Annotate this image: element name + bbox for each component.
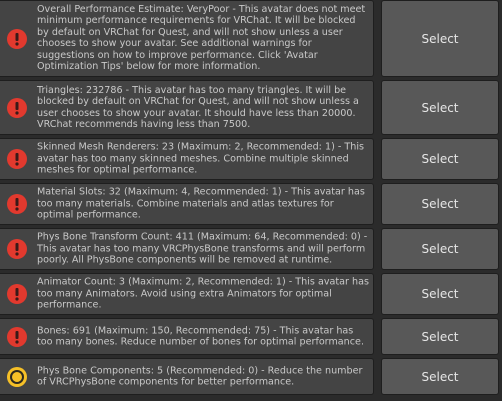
error-icon [6, 28, 28, 50]
warning-message: Phys Bone Transform Count: 411 (Maximum:… [0, 228, 374, 270]
error-icon [6, 283, 28, 305]
performance-warnings-list: Overall Performance Estimate: VeryPoor -… [0, 0, 502, 401]
warning-message: Bones: 691 (Maximum: 150, Recommended: 7… [0, 318, 374, 355]
error-icon [6, 193, 28, 215]
warning-row: Phys Bone Components: 5 (Recommended: 0)… [0, 358, 502, 395]
select-button[interactable]: Select [381, 318, 499, 355]
warning-text: Animator Count: 3 (Maximum: 2, Recommend… [37, 276, 369, 311]
warning-icon [6, 366, 28, 388]
warning-message: Animator Count: 3 (Maximum: 2, Recommend… [0, 273, 374, 315]
select-button[interactable]: Select [381, 80, 499, 135]
warning-row: Triangles: 232786 - This avatar has too … [0, 80, 502, 135]
warning-message: Overall Performance Estimate: VeryPoor -… [0, 0, 374, 77]
warning-row: Overall Performance Estimate: VeryPoor -… [0, 0, 502, 77]
warning-message: Material Slots: 32 (Maximum: 4, Recommen… [0, 183, 374, 225]
select-button[interactable]: Select [381, 273, 499, 315]
warning-row: Phys Bone Transform Count: 411 (Maximum:… [0, 228, 502, 270]
warning-row: Material Slots: 32 (Maximum: 4, Recommen… [0, 183, 502, 225]
warning-row: Animator Count: 3 (Maximum: 2, Recommend… [0, 273, 502, 315]
error-icon [6, 148, 28, 170]
select-button[interactable]: Select [381, 228, 499, 270]
warning-text: Bones: 691 (Maximum: 150, Recommended: 7… [37, 324, 364, 348]
error-icon [6, 238, 28, 260]
error-icon [6, 326, 28, 348]
warning-text: Phys Bone Components: 5 (Recommended: 0)… [37, 364, 363, 388]
warning-message: Skinned Mesh Renderers: 23 (Maximum: 2, … [0, 138, 374, 180]
warning-row: Bones: 691 (Maximum: 150, Recommended: 7… [0, 318, 502, 355]
warning-text: Skinned Mesh Renderers: 23 (Maximum: 2, … [37, 141, 364, 176]
select-button[interactable]: Select [381, 358, 499, 395]
warning-text: Phys Bone Transform Count: 411 (Maximum:… [37, 231, 368, 266]
warning-row: Skinned Mesh Renderers: 23 (Maximum: 2, … [0, 138, 502, 180]
select-button[interactable]: Select [381, 138, 499, 180]
warning-text: Material Slots: 32 (Maximum: 4, Recommen… [37, 186, 365, 221]
warning-text: Overall Performance Estimate: VeryPoor -… [37, 3, 366, 73]
error-icon [6, 97, 28, 119]
warning-message: Triangles: 232786 - This avatar has too … [0, 80, 374, 135]
warning-message: Phys Bone Components: 5 (Recommended: 0)… [0, 358, 374, 395]
select-button[interactable]: Select [381, 0, 499, 77]
select-button[interactable]: Select [381, 183, 499, 225]
warning-text: Triangles: 232786 - This avatar has too … [37, 84, 359, 131]
